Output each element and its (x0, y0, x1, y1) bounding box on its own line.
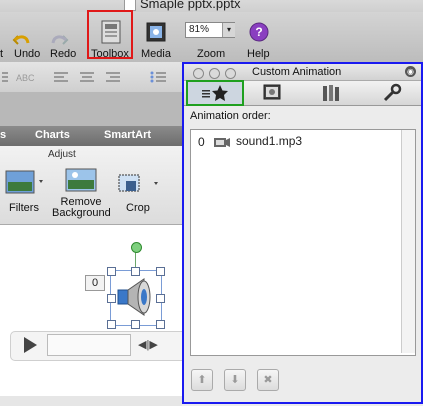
wrench-icon[interactable] (380, 83, 404, 103)
library-icon[interactable] (320, 83, 344, 103)
filters-button[interactable]: Filters (9, 203, 39, 214)
effects-icon (202, 85, 228, 101)
resize-handle[interactable] (156, 294, 165, 303)
format-toolbar-icons: ABC (2, 71, 166, 83)
resize-handle[interactable] (156, 320, 165, 329)
resize-handle[interactable] (156, 267, 165, 276)
tab-partial[interactable]: s (0, 129, 6, 141)
close-window-button[interactable] (193, 68, 204, 79)
toolbar-gap (0, 92, 190, 126)
toolbar-partial-label: t (0, 48, 4, 60)
skip-icon[interactable]: ◀|▶ (138, 338, 158, 351)
tab-smartart[interactable]: SmartArt (104, 129, 151, 141)
media-button[interactable]: Media (141, 48, 171, 60)
resize-handle[interactable] (131, 267, 140, 276)
format-toolbar: ABC (0, 62, 190, 93)
resize-handle[interactable] (131, 320, 140, 329)
list-scrollbar[interactable] (401, 130, 415, 353)
move-down-button[interactable]: ⬇ (224, 369, 246, 391)
zoom-dropdown-arrow-icon[interactable]: ▾ (222, 23, 235, 37)
remove-background-icon[interactable] (65, 168, 97, 194)
media-item-icon (214, 138, 230, 147)
remove-animation-button[interactable]: ✖ (257, 369, 279, 391)
help-icon[interactable]: ? (249, 22, 269, 42)
zoom-label: Zoom (197, 48, 226, 60)
filters-icon[interactable] (5, 170, 45, 196)
zoom-window-button[interactable] (225, 68, 236, 79)
help-button[interactable]: Help (247, 48, 270, 60)
resize-handle[interactable] (107, 267, 116, 276)
animation-list[interactable] (190, 129, 416, 356)
undo-icon[interactable] (12, 32, 32, 48)
resize-handle[interactable] (107, 320, 116, 329)
media-scrubber[interactable] (47, 334, 131, 356)
svg-text:ABC: ABC (16, 73, 35, 83)
play-icon[interactable] (24, 337, 37, 353)
svg-text:?: ? (255, 25, 262, 39)
undo-button[interactable]: Undo (14, 48, 40, 60)
media-tab-icon[interactable] (260, 83, 284, 103)
ribbon-tabs: s Charts SmartArt (0, 126, 190, 146)
status-strip (0, 396, 182, 406)
speaker-icon[interactable] (116, 276, 156, 318)
animation-item-order: 0 (198, 135, 205, 149)
remove-background-button[interactable]: Remove Background (52, 197, 111, 219)
window-title: Smaple pptx.pptx (140, 0, 241, 11)
redo-button[interactable]: Redo (50, 48, 76, 60)
toolbox-highlight (87, 10, 133, 59)
resize-handle[interactable] (107, 294, 116, 303)
crop-icon[interactable] (116, 172, 162, 196)
animation-item-name[interactable]: sound1.mp3 (236, 134, 302, 148)
animation-order-label: Animation order: (190, 110, 271, 122)
panel-collapse-icon[interactable]: ◉ (405, 66, 416, 77)
move-up-button[interactable]: ⬆ (191, 369, 213, 391)
rotate-handle[interactable] (131, 242, 142, 253)
media-icon[interactable] (145, 20, 167, 44)
panel-title: Custom Animation (252, 66, 342, 78)
crop-button[interactable]: Crop (126, 203, 150, 214)
minimize-window-button[interactable] (209, 68, 220, 79)
animation-order-badge: 0 (85, 275, 105, 291)
tab-charts[interactable]: Charts (35, 129, 70, 141)
redo-icon[interactable] (49, 32, 69, 48)
ribbon-group-label: Adjust (48, 149, 76, 160)
